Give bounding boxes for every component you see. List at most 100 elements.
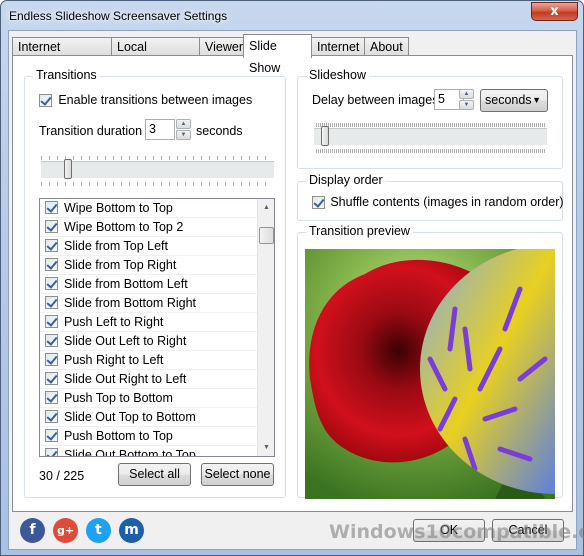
title-bar[interactable]: Endless Slideshow Screensaver Settings x: [1, 1, 583, 31]
transition-duration-spinner: ▲ ▼: [176, 119, 191, 140]
transition-list-item[interactable]: Push Bottom to Top: [40, 427, 258, 446]
myspace-icon[interactable]: m: [119, 518, 144, 543]
transition-label: Push Bottom to Top: [64, 429, 173, 443]
chevron-down-icon: ▼: [532, 95, 541, 105]
spin-down-icon[interactable]: ▼: [459, 100, 474, 110]
checkbox-checked-icon[interactable]: [45, 391, 58, 404]
checkbox-checked-icon[interactable]: [45, 201, 58, 214]
slideshow-group-label: Slideshow: [306, 68, 369, 82]
transition-label: Wipe Bottom to Top 2: [64, 220, 184, 234]
shuffle-checkbox[interactable]: Shuffle contents (images in random order…: [312, 195, 564, 210]
transitions-list-scrollbar[interactable]: ▲ ▼: [257, 199, 274, 456]
delay-slider-thumb[interactable]: [320, 126, 329, 146]
transition-list-item[interactable]: Slide from Top Left: [40, 237, 258, 256]
checkbox-checked-icon[interactable]: [45, 296, 58, 309]
tab-about[interactable]: About: [364, 37, 409, 57]
ok-button[interactable]: OK: [413, 519, 485, 542]
spin-up-icon[interactable]: ▲: [459, 89, 474, 99]
transition-list-item[interactable]: Slide Out Left to Right: [40, 332, 258, 351]
shuffle-label: Shuffle contents (images in random order…: [330, 195, 564, 209]
transitions-group: Transitions Enable transitions between i…: [24, 68, 286, 498]
transition-preview-image: [305, 249, 555, 499]
transition-label: Slide Out Bottom to Top: [64, 448, 196, 457]
checkbox-checked-icon[interactable]: [45, 448, 58, 456]
checkbox-checked-icon[interactable]: [45, 239, 58, 252]
display-order-group-label: Display order: [306, 173, 386, 187]
transition-label: Slide from Bottom Left: [64, 277, 188, 291]
transition-label: Slide Out Top to Bottom: [64, 410, 196, 424]
spin-down-icon[interactable]: ▼: [176, 130, 191, 140]
duration-slider-thumb[interactable]: [63, 159, 72, 179]
facebook-icon[interactable]: f: [20, 518, 45, 543]
close-icon: x: [550, 4, 559, 19]
transition-list-item[interactable]: Slide Out Right to Left: [40, 370, 258, 389]
transition-preview-group: Transition preview: [297, 224, 563, 499]
transition-list-item[interactable]: Slide from Top Right: [40, 256, 258, 275]
checkbox-checked-icon[interactable]: [45, 410, 58, 423]
delay-unit-dropdown[interactable]: seconds ▼: [480, 89, 548, 112]
transition-list-item[interactable]: Slide from Bottom Left: [40, 275, 258, 294]
transition-label: Push Top to Bottom: [64, 391, 173, 405]
transition-list-item[interactable]: Slide Out Bottom to Top: [40, 446, 258, 457]
enable-transitions-checkbox[interactable]: Enable transitions between images: [39, 93, 253, 108]
transition-duration-input[interactable]: 3: [145, 119, 175, 140]
tab-internet[interactable]: Internet: [311, 37, 365, 57]
transition-label: Push Left to Right: [64, 315, 164, 329]
settings-window: Endless Slideshow Screensaver Settings x…: [0, 0, 584, 556]
transition-label: Slide from Top Left: [64, 239, 168, 253]
checkbox-checked-icon[interactable]: [45, 429, 58, 442]
window-title: Endless Slideshow Screensaver Settings: [9, 9, 228, 23]
checkbox-checked-icon[interactable]: [45, 315, 58, 328]
transition-label: Wipe Bottom to Top: [64, 201, 173, 215]
preview-graphic: [305, 249, 555, 499]
slideshow-group: Slideshow Delay between images 5 ▲ ▼ sec…: [297, 68, 563, 169]
checkbox-checked-icon[interactable]: [45, 372, 58, 385]
cancel-button[interactable]: Cancel: [492, 519, 564, 542]
footer: f g+ t m Windows10compatible.com OK Canc…: [9, 514, 584, 550]
duration-slider-ticks-top: [41, 156, 273, 160]
transition-duration-label: Transition duration: [39, 124, 143, 138]
scrollbar-thumb[interactable]: [259, 227, 274, 244]
tab-internet-pictures[interactable]: Internet pictures: [12, 37, 112, 72]
client-area: Internet pictures Local pictures Viewer …: [8, 30, 584, 550]
duration-slider-track[interactable]: [41, 161, 274, 178]
display-order-group: Display order Shuffle contents (images i…: [297, 173, 564, 221]
transition-list-item[interactable]: Wipe Bottom to Top: [40, 199, 258, 218]
transition-label: Slide from Top Right: [64, 258, 177, 272]
tab-viewer[interactable]: Viewer: [199, 37, 244, 57]
enable-transitions-label: Enable transitions between images: [58, 93, 253, 107]
tab-slide-show[interactable]: Slide Show: [243, 34, 312, 75]
scroll-up-icon[interactable]: ▲: [258, 199, 274, 216]
transition-list-item[interactable]: Slide Out Top to Bottom: [40, 408, 258, 427]
transition-list-item[interactable]: Slide from Bottom Right: [40, 294, 258, 313]
select-all-button[interactable]: Select all: [118, 463, 191, 486]
spin-up-icon[interactable]: ▲: [176, 119, 191, 129]
transition-list-item[interactable]: Push Left to Right: [40, 313, 258, 332]
transition-preview-group-label: Transition preview: [306, 224, 413, 238]
delay-slider-track[interactable]: [314, 128, 547, 145]
checkbox-checked-icon: [312, 196, 325, 210]
transition-list-item[interactable]: Push Right to Left: [40, 351, 258, 370]
select-none-button[interactable]: Select none: [201, 463, 274, 486]
transition-label: Slide Out Left to Right: [64, 334, 187, 348]
delay-slider-ticks-top: [316, 123, 546, 127]
checkbox-checked-icon[interactable]: [45, 353, 58, 366]
delay-spinner: ▲ ▼: [459, 89, 474, 110]
tab-local-pictures[interactable]: Local pictures: [111, 37, 200, 72]
twitter-icon[interactable]: t: [86, 518, 111, 543]
transition-label: Slide from Bottom Right: [64, 296, 196, 310]
transitions-list-items: Wipe Bottom to Top Wipe Bottom to Top 2 Sl…: [40, 199, 274, 457]
checkbox-checked-icon[interactable]: [45, 220, 58, 233]
checkbox-checked-icon[interactable]: [45, 334, 58, 347]
transition-duration-unit: seconds: [196, 124, 243, 138]
slide-show-page: Transitions Enable transitions between i…: [12, 55, 573, 512]
scroll-down-icon[interactable]: ▼: [258, 439, 274, 456]
checkbox-checked-icon[interactable]: [45, 258, 58, 271]
checkbox-checked-icon[interactable]: [45, 277, 58, 290]
close-button[interactable]: x: [531, 2, 578, 21]
google-plus-icon[interactable]: g+: [53, 518, 78, 543]
transition-list-item[interactable]: Push Top to Bottom: [40, 389, 258, 408]
transition-list-item[interactable]: Wipe Bottom to Top 2: [40, 218, 258, 237]
duration-slider-ticks-bottom: [41, 182, 273, 186]
transitions-list[interactable]: Wipe Bottom to Top Wipe Bottom to Top 2 Sl…: [39, 198, 275, 457]
